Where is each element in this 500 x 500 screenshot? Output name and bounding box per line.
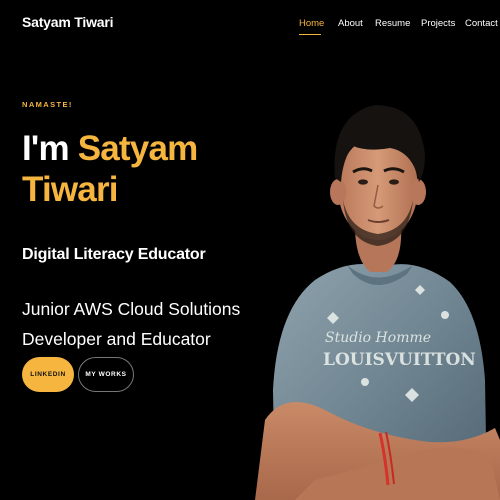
nav-resume[interactable]: Resume <box>375 18 410 29</box>
hero-title: I'm Satyam Tiwari <box>22 128 272 210</box>
nav-contact[interactable]: Contact <box>465 18 498 29</box>
hero-role: Digital Literacy Educator <box>22 246 206 263</box>
shirt-print-script: Studio Homme <box>325 330 431 346</box>
hero-greeting: NAMASTE! <box>22 100 73 109</box>
linkedin-button[interactable]: LINKEDIN <box>22 357 74 392</box>
hero-title-last-name: Tiwari <box>22 170 119 209</box>
nav-home[interactable]: Home <box>299 18 324 29</box>
nav-about[interactable]: About <box>338 18 363 29</box>
hero-description: Junior AWS Cloud Solutions Developer and… <box>22 294 252 354</box>
my-works-button[interactable]: MY WORKS <box>78 357 134 392</box>
shirt-print-brand: LOUISVUITTON <box>323 350 476 370</box>
nav-projects[interactable]: Projects <box>421 18 455 29</box>
site-header: Satyam Tiwari Home About Resume Projects… <box>0 0 500 50</box>
hero-description-line-2: Developer and Educator <box>22 329 211 349</box>
nav-active-underline <box>299 34 321 35</box>
hero-title-prefix: I'm <box>22 129 70 168</box>
hero-title-first-name: Satyam <box>77 129 199 168</box>
main-nav: Home About Resume Projects Contact <box>0 18 500 38</box>
profile-photo: Studio Homme LOUISVUITTON <box>255 60 500 500</box>
hero-description-line-1: Junior AWS Cloud Solutions <box>22 299 241 319</box>
